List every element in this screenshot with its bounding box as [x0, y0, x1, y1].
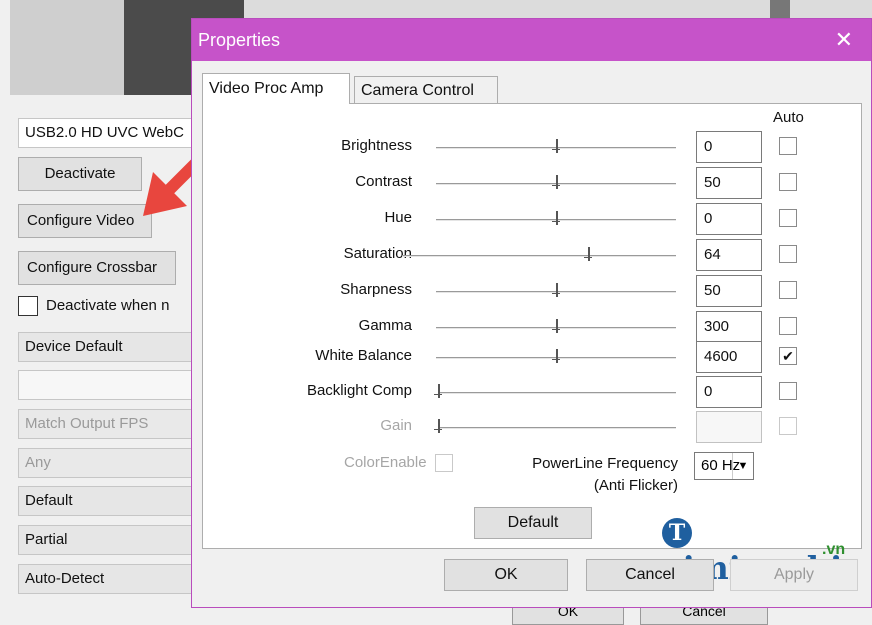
cancel-button[interactable]: Cancel — [586, 559, 714, 591]
auto-checkbox[interactable] — [779, 209, 797, 227]
properties-dialog: Properties ✕ Video Proc Amp Camera Contr… — [191, 18, 872, 608]
control-label: Contrast — [355, 173, 412, 190]
deactivate-checkbox[interactable] — [18, 296, 38, 316]
ok-button[interactable]: OK — [444, 559, 568, 591]
match-output-fps-field: Match Output FPS — [18, 409, 194, 439]
tab-camera-control[interactable]: Camera Control — [354, 76, 498, 103]
control-label: Gamma — [358, 317, 412, 334]
auto-checkbox[interactable] — [779, 317, 797, 335]
slider-track[interactable] — [438, 392, 676, 394]
powerline-label-line2: (Anti Flicker) — [593, 477, 678, 494]
device-default-field[interactable]: Device Default — [18, 332, 194, 362]
slider-thumb[interactable] — [584, 247, 593, 261]
control-label: Saturation — [343, 245, 412, 262]
watermark-suffix: .vn — [822, 541, 846, 558]
color-enable-row: ColorEnable — [344, 454, 453, 473]
slider-thumb[interactable] — [552, 283, 560, 297]
control-label: Backlight Comp — [306, 382, 412, 399]
auto-checkbox[interactable] — [779, 382, 797, 400]
value-field[interactable]: 300 — [696, 311, 762, 343]
empty-field[interactable] — [18, 370, 194, 400]
slider-thumb[interactable] — [552, 319, 560, 333]
powerline-frequency-label: PowerLine Frequency (Anti Flicker) — [478, 453, 678, 497]
auto-checkbox[interactable]: ✔ — [779, 347, 797, 365]
close-icon[interactable]: ✕ — [835, 27, 853, 53]
slider-thumb[interactable] — [552, 349, 560, 363]
auto-checkbox[interactable] — [779, 173, 797, 191]
value-field[interactable]: 0 — [696, 376, 762, 408]
slider-track — [438, 427, 676, 429]
value-field[interactable]: 0 — [696, 131, 762, 163]
deactivate-button[interactable]: Deactivate — [18, 157, 142, 191]
slider-track[interactable] — [402, 255, 676, 257]
default-button[interactable]: Default — [474, 507, 592, 539]
preview-left-area — [10, 0, 124, 95]
slider-thumb[interactable] — [552, 211, 560, 225]
default-field[interactable]: Default — [18, 486, 194, 516]
slider-thumb[interactable] — [434, 384, 442, 398]
value-field — [696, 411, 762, 443]
control-label: White Balance — [315, 347, 412, 364]
auto-checkbox[interactable] — [779, 245, 797, 263]
apply-button: Apply — [730, 559, 858, 591]
powerline-frequency-select[interactable]: 60 Hz ▼ — [694, 452, 754, 480]
configure-crossbar-button[interactable]: Configure Crossbar — [18, 251, 176, 285]
control-label: Brightness — [341, 137, 412, 154]
dialog-titlebar[interactable]: Properties ✕ — [192, 19, 871, 61]
value-field[interactable]: 64 — [696, 239, 762, 271]
color-enable-label: ColorEnable — [344, 454, 427, 471]
auto-detect-field[interactable]: Auto-Detect — [18, 564, 194, 594]
deactivate-checkbox-label: Deactivate when n — [46, 296, 170, 314]
chevron-down-icon[interactable]: ▼ — [732, 453, 753, 479]
auto-checkbox[interactable] — [779, 281, 797, 299]
auto-checkbox[interactable] — [779, 137, 797, 155]
value-field[interactable]: 4600 — [696, 341, 762, 373]
value-field[interactable]: 50 — [696, 167, 762, 199]
configure-video-button[interactable]: Configure Video — [18, 204, 152, 238]
partial-field[interactable]: Partial — [18, 525, 194, 555]
control-label: Sharpness — [340, 281, 412, 298]
color-enable-checkbox — [434, 454, 453, 473]
value-field[interactable]: 0 — [696, 203, 762, 235]
deactivate-checkbox-row[interactable]: Deactivate when n — [18, 296, 196, 316]
value-field[interactable]: 50 — [696, 275, 762, 307]
slider-thumb[interactable] — [552, 175, 560, 189]
powerline-label-line1: PowerLine Frequency — [532, 455, 678, 472]
tab-video-proc-amp[interactable]: Video Proc Amp — [202, 73, 350, 104]
control-label: Hue — [384, 209, 412, 226]
dialog-title: Properties — [198, 30, 281, 50]
auto-column-header: Auto — [773, 109, 804, 126]
watermark-logo-letter: T — [662, 517, 692, 548]
slider-thumb — [434, 419, 442, 433]
control-label: Gain — [380, 417, 412, 434]
slider-thumb[interactable] — [552, 139, 560, 153]
auto-checkbox — [779, 417, 797, 435]
any-field: Any — [18, 448, 194, 478]
